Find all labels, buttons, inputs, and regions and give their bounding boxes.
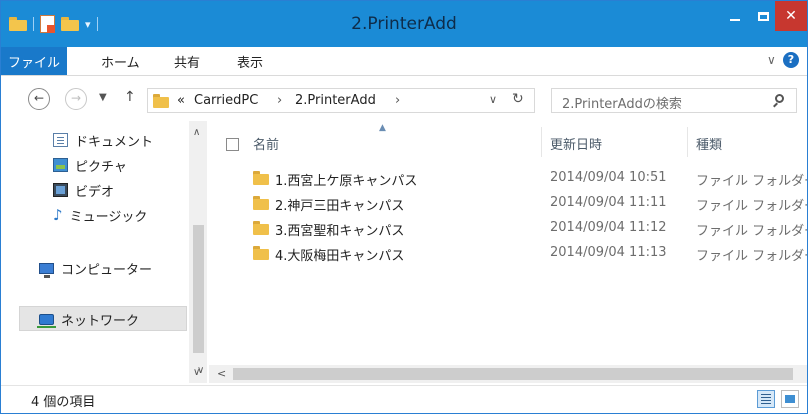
nav-item-label: ピクチャ xyxy=(75,159,127,175)
ribbon-tabs: ファイル ホーム 共有 表示 ∨ ? xyxy=(1,47,807,76)
file-name: 3.西宮聖和キャンパス xyxy=(275,224,405,239)
nav-item-label: ドキュメント xyxy=(75,134,154,150)
search-placeholder[interactable]: 2.PrinterAddの検索 xyxy=(562,93,682,112)
file-row[interactable]: 4.大阪梅田キャンパス 2014/09/04 11:13 ファイル フォルダー xyxy=(209,241,807,265)
column-header-date[interactable]: 更新日時 xyxy=(550,134,602,153)
file-row[interactable]: 1.西宮上ケ原キャンパス 2014/09/04 10:51 ファイル フォルダー xyxy=(209,166,807,190)
file-date: 2014/09/04 11:11 xyxy=(550,195,667,210)
address-dropdown-icon[interactable]: ∨ xyxy=(489,93,497,106)
forward-button[interactable]: → xyxy=(65,88,87,110)
title-bar[interactable]: ▾ 2.PrinterAdd ✕ xyxy=(1,1,807,47)
nav-item-computer[interactable]: コンピューター xyxy=(39,258,152,278)
select-all-checkbox[interactable] xyxy=(226,138,239,151)
tab-view[interactable]: 表示 xyxy=(237,52,263,71)
file-type: ファイル フォルダー xyxy=(696,174,808,189)
file-type: ファイル フォルダー xyxy=(696,224,808,239)
file-row[interactable]: 2.神戸三田キャンパス 2014/09/04 11:11 ファイル フォルダー xyxy=(209,191,807,215)
scrollbar-thumb[interactable] xyxy=(233,368,793,380)
horizontal-scrollbar[interactable]: < xyxy=(209,365,807,383)
column-header-type[interactable]: 種類 xyxy=(696,134,722,153)
details-view-icon[interactable] xyxy=(757,390,775,408)
breadcrumb-carriedpc[interactable]: CarriedPC xyxy=(194,93,258,108)
window-title: 2.PrinterAdd xyxy=(351,14,457,34)
close-button[interactable]: ✕ xyxy=(775,1,807,31)
music-icon: ♪ xyxy=(53,206,63,224)
scroll-left-icon[interactable]: < xyxy=(217,367,226,380)
pictures-icon xyxy=(53,158,68,172)
help-icon[interactable]: ? xyxy=(783,52,799,68)
sort-ascending-icon: ▲ xyxy=(379,123,386,133)
status-bar: 4 個の項目 xyxy=(1,385,807,413)
nav-item-videos[interactable]: ビデオ xyxy=(53,180,114,200)
address-bar[interactable]: « CarriedPC › 2.PrinterAdd › ∨ ↻ xyxy=(147,88,535,113)
file-date: 2014/09/04 10:51 xyxy=(550,170,667,185)
recent-locations-icon[interactable]: ▼ xyxy=(99,92,107,103)
breadcrumb-printeradd[interactable]: 2.PrinterAdd xyxy=(295,93,376,108)
nav-item-label: ビデオ xyxy=(75,184,115,200)
tab-share[interactable]: 共有 xyxy=(174,52,200,71)
scrollbar-thumb[interactable] xyxy=(193,225,204,353)
column-divider[interactable] xyxy=(541,127,542,157)
documents-icon xyxy=(53,133,68,147)
navpane-scrollbar[interactable]: ∧ ∨ xyxy=(189,121,207,383)
maximize-button[interactable] xyxy=(753,1,773,31)
file-list: 名前 ▲ 更新日時 種類 1.西宮上ケ原キャンパス 2014/09/04 10:… xyxy=(209,121,807,383)
folder-icon xyxy=(253,171,269,185)
nav-item-label: コンピューター xyxy=(61,262,153,278)
item-count: 4 個の項目 xyxy=(31,395,96,410)
nav-item-label: ミュージック xyxy=(69,209,148,225)
folder-icon xyxy=(253,246,269,260)
address-row: ← → ▼ ↑ « CarriedPC › 2.PrinterAdd › ∨ ↻… xyxy=(1,76,807,120)
large-icons-view-icon[interactable] xyxy=(781,390,799,408)
folder-icon xyxy=(253,221,269,235)
videos-icon xyxy=(53,183,68,197)
nav-item-network[interactable]: ネットワーク xyxy=(37,309,140,329)
nav-item-label: ネットワーク xyxy=(61,313,140,329)
maximize-icon xyxy=(757,11,769,21)
nav-item-music[interactable]: ♪ ミュージック xyxy=(53,205,147,225)
file-name: 1.西宮上ケ原キャンパス xyxy=(275,174,418,189)
network-icon xyxy=(37,313,56,328)
refresh-icon[interactable]: ↻ xyxy=(512,91,524,107)
search-icon[interactable] xyxy=(775,94,784,103)
file-name: 4.大阪梅田キャンパス xyxy=(275,249,405,264)
column-header-name[interactable]: 名前 xyxy=(253,134,279,153)
breadcrumb-separator[interactable]: › xyxy=(395,93,400,108)
minimize-icon xyxy=(730,19,740,21)
breadcrumb-separator[interactable]: › xyxy=(277,93,282,108)
nav-item-documents[interactable]: ドキュメント xyxy=(53,130,153,150)
file-row[interactable]: 3.西宮聖和キャンパス 2014/09/04 11:12 ファイル フォルダー xyxy=(209,216,807,240)
folder-icon xyxy=(253,196,269,210)
file-name: 2.神戸三田キャンパス xyxy=(275,199,405,214)
back-button[interactable]: ← xyxy=(28,88,50,110)
folder-icon xyxy=(153,94,169,108)
close-icon: ✕ xyxy=(785,8,797,24)
expand-ribbon-icon[interactable]: ∨ xyxy=(767,53,776,67)
file-date: 2014/09/04 11:13 xyxy=(550,245,667,260)
explorer-window: ▾ 2.PrinterAdd ✕ ファイル ホーム 共有 表示 ∨ ? ← → … xyxy=(0,0,808,414)
up-button[interactable]: ↑ xyxy=(124,89,136,105)
file-date: 2014/09/04 11:12 xyxy=(550,220,667,235)
scroll-down-icon[interactable]: ∨ xyxy=(197,365,204,376)
file-type: ファイル フォルダー xyxy=(696,199,808,214)
breadcrumb-overflow[interactable]: « xyxy=(177,93,185,108)
minimize-button[interactable] xyxy=(721,1,749,31)
tab-file[interactable]: ファイル xyxy=(1,47,67,75)
column-divider[interactable] xyxy=(687,127,688,157)
tab-home[interactable]: ホーム xyxy=(101,52,140,71)
search-box[interactable]: 2.PrinterAddの検索 xyxy=(551,88,797,113)
nav-item-pictures[interactable]: ピクチャ xyxy=(53,155,127,175)
computer-icon xyxy=(39,262,54,278)
file-type: ファイル フォルダー xyxy=(696,249,808,264)
navigation-pane: ドキュメント ピクチャ ビデオ ♪ ミュージック コンピューター ネットワーク … xyxy=(1,121,209,383)
scroll-up-icon[interactable]: ∧ xyxy=(193,127,200,138)
